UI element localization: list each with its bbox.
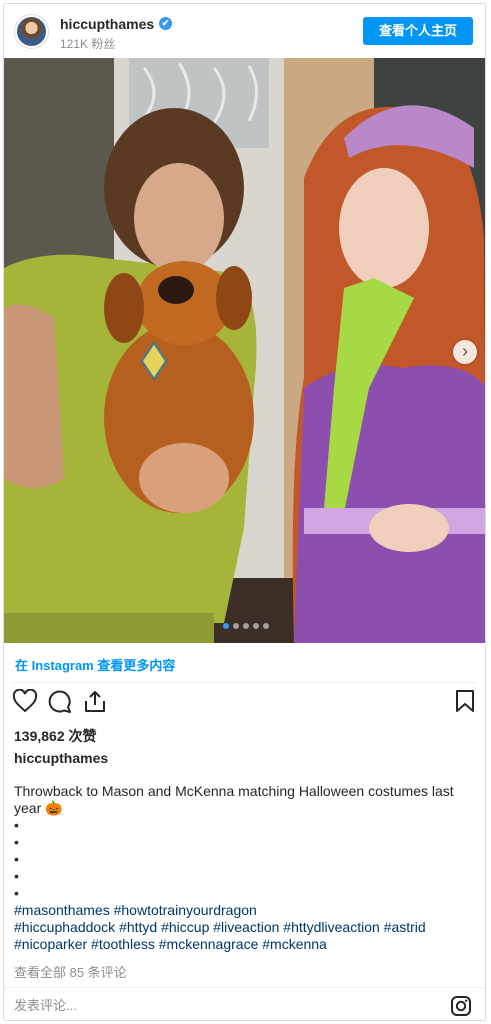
follower-count: 121K 粉丝 <box>60 37 116 51</box>
carousel-dot <box>262 623 269 629</box>
divider <box>13 682 476 683</box>
share-icon[interactable] <box>82 689 108 718</box>
heart-icon[interactable] <box>12 688 38 718</box>
comment-icon[interactable] <box>47 689 73 718</box>
hashtags-line-3[interactable]: #nicoparker #toothless #mckennagrace #mc… <box>14 936 474 953</box>
carousel-indicator <box>4 623 485 629</box>
caption-bullet: • <box>14 868 19 884</box>
carousel-dot <box>222 623 229 629</box>
bookmark-icon[interactable] <box>454 689 476 718</box>
photo-illustration <box>4 58 485 643</box>
chevron-right-icon: › <box>462 341 468 361</box>
carousel-dot <box>232 623 239 629</box>
username[interactable]: hiccupthames <box>60 16 154 32</box>
caption-bullet: • <box>14 817 19 833</box>
like-count[interactable]: 139,862 次赞 <box>14 726 97 746</box>
carousel-dot <box>252 623 259 629</box>
instagram-embed-card: hiccupthames ✔ 121K 粉丝 查看个人主页 › 在 Instag… <box>3 3 486 1021</box>
view-profile-button[interactable]: 查看个人主页 <box>363 17 473 45</box>
view-more-on-instagram-link[interactable]: 在 Instagram 查看更多内容 <box>15 655 175 674</box>
carousel-dot <box>242 623 249 629</box>
comment-input[interactable] <box>14 994 414 1016</box>
instagram-logo-icon[interactable] <box>450 995 472 1020</box>
hashtags-line-1[interactable]: #masonthames #howtotrainyourdragon <box>14 902 474 919</box>
caption-bullet: • <box>14 834 19 850</box>
caption: Throwback to Mason and McKenna matching … <box>14 783 474 953</box>
caption-bullet: • <box>14 885 19 901</box>
caption-text: Throwback to Mason and McKenna matching … <box>14 783 454 816</box>
post-photo[interactable]: › <box>4 58 485 643</box>
next-slide-button[interactable]: › <box>453 340 477 364</box>
verified-badge-icon: ✔ <box>159 17 172 30</box>
avatar[interactable] <box>15 15 48 48</box>
view-all-comments-link[interactable]: 查看全部 85 条评论 <box>14 962 127 981</box>
post-header: hiccupthames ✔ 121K 粉丝 查看个人主页 <box>4 4 485 58</box>
caption-username[interactable]: hiccupthames <box>14 750 108 766</box>
hashtags-line-2[interactable]: #hiccuphaddock #httyd #hiccup #liveactio… <box>14 919 474 936</box>
caption-bullet: • <box>14 851 19 867</box>
action-bar <box>4 688 485 719</box>
comment-bar <box>4 987 485 1020</box>
